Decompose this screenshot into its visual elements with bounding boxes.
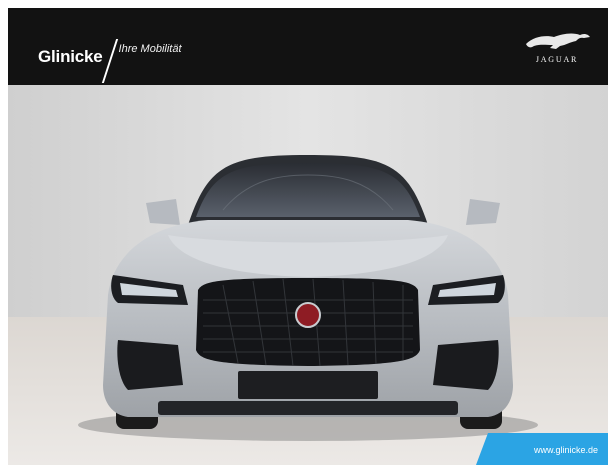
right-air-intake (433, 340, 499, 390)
listing-image: Glinicke Ihre Mobilität JAGUAR www.glini… (8, 8, 608, 465)
car-front-illustration (8, 85, 608, 465)
dealer-tagline: Ihre Mobilität (118, 43, 182, 55)
dealer-name: Glinicke (38, 47, 103, 66)
right-mirror (466, 199, 500, 225)
website-url: www.glinicke.de (533, 445, 598, 455)
logo-divider (101, 39, 118, 83)
jaguar-wordmark: JAGUAR (535, 55, 579, 64)
left-mirror (146, 199, 180, 225)
vehicle-photo: www.glinicke.de (8, 85, 608, 465)
leaper-icon (526, 33, 590, 49)
dealer-logo: Glinicke Ihre Mobilität (38, 35, 182, 83)
left-air-intake (117, 340, 183, 390)
jaguar-emblem (295, 302, 321, 328)
license-plate (238, 371, 378, 399)
front-splitter (158, 401, 458, 415)
website-badge: www.glinicke.de (476, 433, 608, 465)
dealer-header: Glinicke Ihre Mobilität JAGUAR (8, 8, 608, 85)
jaguar-logo: JAGUAR (520, 26, 594, 66)
